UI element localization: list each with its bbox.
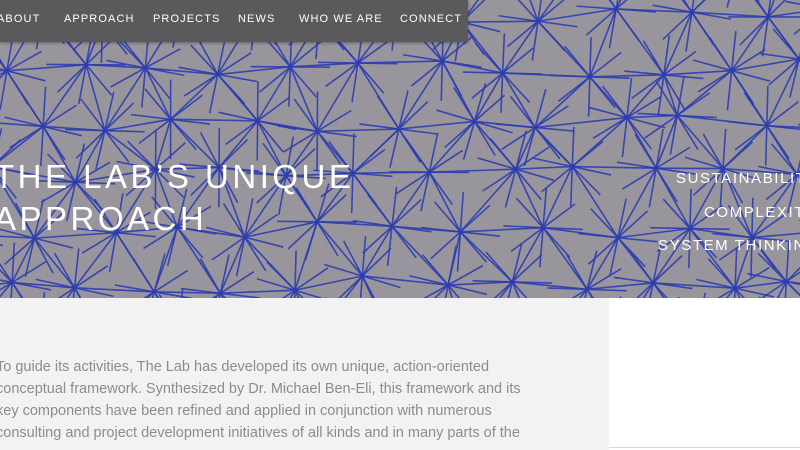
content-panel: To guide its activities, The Lab has dev… bbox=[0, 298, 609, 450]
intro-line-1: To guide its activities, The Lab has dev… bbox=[0, 359, 490, 375]
hero-title: THE LAB’S UNIQUE APPROACH bbox=[0, 156, 354, 240]
nav-who-we-are[interactable]: WHO WE ARE bbox=[299, 13, 383, 25]
nav-approach[interactable]: APPROACH bbox=[64, 13, 135, 25]
nav-news[interactable]: NEWS bbox=[238, 13, 275, 25]
hero-banner: ABOUT APPROACH PROJECTS NEWS WHO WE ARE … bbox=[0, 0, 800, 298]
intro-line-2: conceptual framework. Synthesized by Dr.… bbox=[0, 381, 521, 397]
divider bbox=[609, 447, 800, 448]
keyword-sustainability: SUSTAINABILITY bbox=[676, 170, 800, 187]
intro-paragraph: To guide its activities, The Lab has dev… bbox=[0, 356, 596, 444]
page: ABOUT APPROACH PROJECTS NEWS WHO WE ARE … bbox=[0, 0, 800, 450]
keyword-system-thinking: SYSTEM THINKING bbox=[658, 237, 800, 254]
nav-connect[interactable]: CONNECT bbox=[400, 13, 462, 25]
sidebar-area bbox=[609, 298, 800, 450]
main-nav: ABOUT APPROACH PROJECTS NEWS WHO WE ARE … bbox=[0, 0, 468, 42]
hero-title-line-1: THE LAB’S UNIQUE bbox=[0, 158, 355, 195]
nav-projects[interactable]: PROJECTS bbox=[153, 13, 220, 25]
hero-title-line-2: APPROACH bbox=[0, 200, 208, 237]
nav-about[interactable]: ABOUT bbox=[0, 13, 40, 25]
intro-line-4: consulting and project development initi… bbox=[0, 425, 520, 441]
keyword-complexity: COMPLEXITY bbox=[704, 204, 800, 221]
intro-line-3: key components have been refined and app… bbox=[0, 403, 492, 419]
